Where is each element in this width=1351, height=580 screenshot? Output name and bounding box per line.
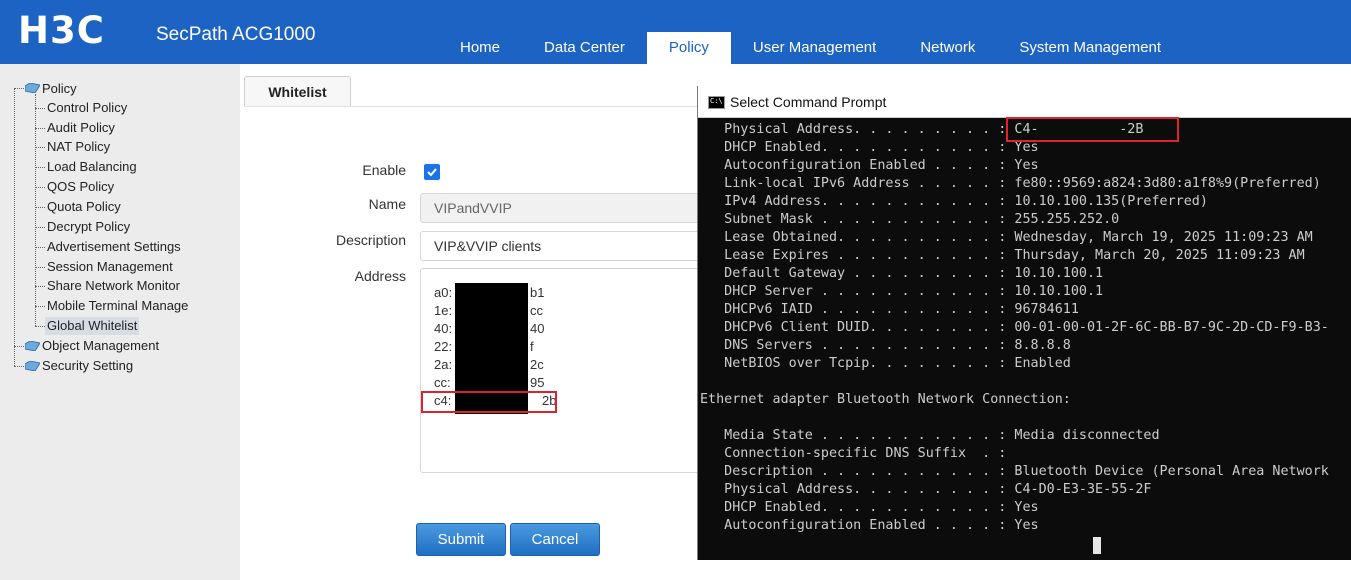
text-cursor xyxy=(1093,537,1101,554)
nav-system-management[interactable]: System Management xyxy=(997,32,1183,64)
address-entry: cc: 95 xyxy=(434,375,545,390)
sidebar-item-control-policy[interactable]: Control Policy xyxy=(47,99,127,117)
cmd-line: DHCPv6 Client DUID. . . . . . . . : 00-0… xyxy=(700,320,1329,335)
sidebar-item-session-management[interactable]: Session Management xyxy=(47,258,173,276)
cmd-line: Lease Expires . . . . . . . . . . : Thur… xyxy=(700,248,1305,263)
tree-root-policy[interactable]: Policy xyxy=(42,80,77,98)
sidebar-item-quota-policy[interactable]: Quota Policy xyxy=(47,198,121,216)
cancel-button[interactable]: Cancel xyxy=(510,523,600,556)
sidebar-item-global-whitelist[interactable]: Global Whitelist xyxy=(45,317,140,335)
tree-connector xyxy=(35,167,45,168)
address-textarea[interactable]: a0: b1 1e: cc 40: 40 22: f 2a: 2c cc: 95 c4: 2b xyxy=(420,268,710,473)
cmd-line: Connection-specific DNS Suffix . : xyxy=(700,446,1007,461)
nav-policy[interactable]: Policy xyxy=(646,32,731,64)
nav-home[interactable]: Home xyxy=(438,32,522,64)
tree-connector xyxy=(35,128,45,129)
cmd-title-bar[interactable]: C:\ Select Command Prompt xyxy=(698,86,1351,118)
tab-divider xyxy=(244,106,704,107)
cmd-line: Physical Address. . . . . . . . . : C4-D… xyxy=(700,482,1152,497)
tree-connector xyxy=(35,227,45,228)
name-label: Name xyxy=(368,196,406,212)
address-entry: a0: b1 xyxy=(434,285,545,300)
sidebar-tree: Policy Control Policy Audit Policy NAT P… xyxy=(0,64,240,580)
cmd-line: DNS Servers . . . . . . . . . . . : 8.8.… xyxy=(700,338,1071,353)
cmd-line: Autoconfiguration Enabled . . . . : Yes xyxy=(700,518,1039,533)
address-entry: 2a: 2c xyxy=(434,357,544,372)
address-entry: 22: f xyxy=(434,339,534,354)
cmd-title: Select Command Prompt xyxy=(730,94,887,110)
tree-connector xyxy=(35,286,45,287)
checkmark-icon xyxy=(427,168,437,177)
address-label: Address xyxy=(354,268,406,284)
tree-connector xyxy=(35,267,45,268)
cmd-line: Link-local IPv6 Address . . . . . : fe80… xyxy=(700,176,1321,191)
cmd-line: Media State . . . . . . . . . . . : Medi… xyxy=(700,428,1160,443)
description-label: Description xyxy=(335,232,406,248)
tree-root-security-setting[interactable]: Security Setting xyxy=(42,357,133,375)
sidebar-item-decrypt-policy[interactable]: Decrypt Policy xyxy=(47,218,130,236)
cmd-line: DHCP Enabled. . . . . . . . . . . : Yes xyxy=(700,140,1039,155)
cmd-line: Default Gateway . . . . . . . . . : 10.1… xyxy=(700,266,1104,281)
submit-button[interactable]: Submit xyxy=(416,523,506,556)
sidebar-item-advertisement-settings[interactable]: Advertisement Settings xyxy=(47,238,181,256)
folder-icon xyxy=(25,361,40,371)
cmd-line: Description . . . . . . . . . . . : Blue… xyxy=(700,464,1329,479)
sidebar-item-mobile-terminal-manage[interactable]: Mobile Terminal Manage xyxy=(47,297,188,315)
cmd-line: DHCP Server . . . . . . . . . . . : 10.1… xyxy=(700,284,1104,299)
cmd-line: Subnet Mask . . . . . . . . . . . : 255.… xyxy=(700,212,1120,227)
cmd-line: IPv4 Address. . . . . . . . . . . : 10.1… xyxy=(700,194,1208,209)
main-nav: Home Data Center Policy User Management … xyxy=(438,32,1183,64)
highlight-box xyxy=(1006,117,1179,142)
sidebar-item-share-network-monitor[interactable]: Share Network Monitor xyxy=(47,277,180,295)
tree-connector xyxy=(35,326,45,327)
tree-connector xyxy=(35,187,45,188)
cmd-line: DHCP Enabled. . . . . . . . . . . : Yes xyxy=(700,500,1039,515)
tree-connector xyxy=(14,88,15,366)
cmd-line: Ethernet adapter Bluetooth Network Conne… xyxy=(700,392,1071,407)
brand-logo: H3C xyxy=(18,9,105,52)
sidebar-item-nat-policy[interactable]: NAT Policy xyxy=(47,138,110,156)
enable-label: Enable xyxy=(362,162,406,178)
nav-network[interactable]: Network xyxy=(898,32,997,64)
address-entry: 40: 40 xyxy=(434,321,545,336)
cmd-line: Lease Obtained. . . . . . . . . . : Wedn… xyxy=(700,230,1313,245)
sidebar-item-load-balancing[interactable]: Load Balancing xyxy=(47,158,137,176)
cmd-line: DHCPv6 IAID . . . . . . . . . . . : 9678… xyxy=(700,302,1079,317)
folder-icon xyxy=(25,83,40,93)
cmd-line: NetBIOS over Tcpip. . . . . . . . : Enab… xyxy=(700,356,1071,371)
tab-whitelist[interactable]: Whitelist xyxy=(244,76,351,107)
cmd-icon: C:\ xyxy=(708,96,725,109)
highlight-box xyxy=(421,391,557,413)
address-entry: 1e: cc xyxy=(434,303,543,318)
top-header: H3C SecPath ACG1000 Home Data Center Pol… xyxy=(0,0,1351,64)
nav-data-center[interactable]: Data Center xyxy=(522,32,647,64)
tree-connector xyxy=(35,306,45,307)
tree-connector xyxy=(35,207,45,208)
command-prompt-window[interactable]: C:\ Select Command Prompt Physical Addre… xyxy=(697,86,1351,560)
cmd-line: Autoconfiguration Enabled . . . . : Yes xyxy=(700,158,1039,173)
sidebar-item-audit-policy[interactable]: Audit Policy xyxy=(47,119,115,137)
tree-connector xyxy=(35,108,45,109)
tree-connector xyxy=(35,147,45,148)
name-input[interactable]: VIPandVVIP xyxy=(420,193,705,223)
folder-icon xyxy=(25,341,40,351)
tree-connector xyxy=(35,247,45,248)
description-input[interactable]: VIP&VVIP clients xyxy=(420,231,705,261)
enable-checkbox[interactable] xyxy=(424,164,440,180)
nav-user-management[interactable]: User Management xyxy=(731,32,898,64)
tree-root-object-management[interactable]: Object Management xyxy=(42,337,159,355)
product-name: SecPath ACG1000 xyxy=(156,24,316,45)
sidebar-item-qos-policy[interactable]: QOS Policy xyxy=(47,178,114,196)
